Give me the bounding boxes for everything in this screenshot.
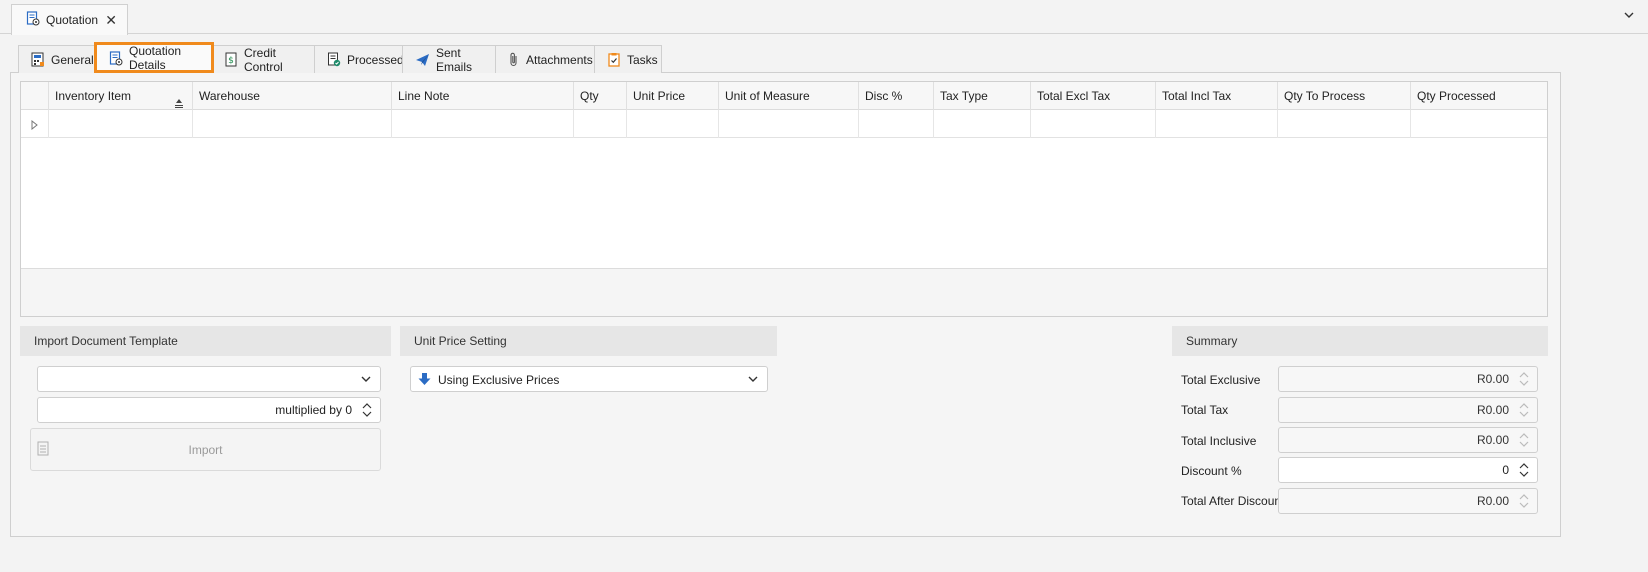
paperclip-icon <box>508 52 520 68</box>
cell-unit-of-measure[interactable] <box>718 110 858 138</box>
tab-sent-emails[interactable]: Sent Emails <box>402 45 496 74</box>
unit-price-setting-value: Using Exclusive Prices <box>438 373 560 387</box>
cell-total-excl-tax[interactable] <box>1030 110 1155 138</box>
total-inclusive-field[interactable]: R0.00 <box>1278 427 1538 453</box>
cell-disc-percent[interactable] <box>858 110 933 138</box>
document-tab-strip: Quotation ✕ <box>0 0 1648 35</box>
clipboard-check-icon <box>607 52 621 68</box>
cell-total-incl-tax[interactable] <box>1155 110 1277 138</box>
summary-label-total-tax: Total Tax <box>1181 403 1229 417</box>
summary-label-total-after-discount: Total After Discount <box>1181 494 1285 508</box>
grid-footer <box>21 268 1547 316</box>
column-header-unit-price[interactable]: Unit Price <box>626 82 718 110</box>
spin-arrows-icon <box>1519 492 1529 510</box>
dollar-document-icon: $ <box>224 52 238 68</box>
chevron-down-icon[interactable] <box>1622 8 1636 22</box>
tab-label: Processed <box>347 52 404 67</box>
cell-warehouse[interactable] <box>192 110 391 138</box>
tab-credit-control[interactable]: $ Credit Control <box>211 45 315 74</box>
cell-tax-type[interactable] <box>933 110 1030 138</box>
cell-inventory-item[interactable] <box>48 110 192 138</box>
column-header-unit-of-measure[interactable]: Unit of Measure <box>718 82 858 110</box>
unit-price-setting-select[interactable]: Using Exclusive Prices <box>410 366 768 392</box>
tab-processed[interactable]: Processed <box>314 45 404 73</box>
column-header-total-excl-tax[interactable]: Total Excl Tax <box>1030 82 1155 110</box>
cell-qty-to-process[interactable] <box>1277 110 1410 138</box>
calculator-icon <box>31 52 45 68</box>
total-exclusive-field[interactable]: R0.00 <box>1278 366 1538 392</box>
discount-percent-stepper[interactable]: 0 <box>1278 457 1538 483</box>
chevron-down-icon[interactable] <box>360 373 372 388</box>
import-button[interactable]: Import <box>30 428 381 471</box>
tab-quotation-details[interactable]: Quotation Details <box>94 42 214 73</box>
import-button-label: Import <box>188 443 223 457</box>
cell-qty[interactable] <box>573 110 626 138</box>
chevron-down-icon[interactable] <box>747 373 759 388</box>
tab-general[interactable]: General <box>18 45 97 73</box>
spin-arrows-icon <box>1519 401 1529 419</box>
template-select[interactable] <box>37 366 381 392</box>
tab-label: General <box>51 52 94 67</box>
doc-tab-quotation[interactable]: Quotation ✕ <box>11 4 128 35</box>
line-items-grid[interactable]: Inventory Item Warehouse Line Note Qty U… <box>20 81 1548 317</box>
table-row[interactable] <box>21 110 1547 138</box>
column-header-total-incl-tax[interactable]: Total Incl Tax <box>1155 82 1277 110</box>
tab-label: Attachments <box>526 52 593 67</box>
import-template-header: Import Document Template <box>20 326 391 356</box>
arrow-down-icon <box>418 372 431 389</box>
tab-bar: General Quotation Details $ Credit Contr… <box>18 42 662 74</box>
close-icon[interactable]: ✕ <box>105 12 117 29</box>
tab-label: Sent Emails <box>436 45 473 74</box>
cell-qty-processed[interactable] <box>1410 110 1547 138</box>
row-indicator-icon <box>31 119 38 133</box>
cell-unit-price[interactable] <box>626 110 718 138</box>
document-gear-icon <box>109 50 123 66</box>
summary-label-total-exclusive: Total Exclusive <box>1181 373 1261 387</box>
total-after-discount-field[interactable]: R0.00 <box>1278 488 1538 514</box>
summary-label-discount-percent: Discount % <box>1181 464 1242 478</box>
document-check-icon <box>327 52 341 68</box>
grid-header: Inventory Item Warehouse Line Note Qty U… <box>21 82 1547 110</box>
column-header-line-note[interactable]: Line Note <box>391 82 573 110</box>
spin-arrows-icon[interactable] <box>362 401 372 419</box>
column-header-qty[interactable]: Qty <box>573 82 626 110</box>
column-header-tax-type[interactable]: Tax Type <box>933 82 1030 110</box>
summary-header: Summary <box>1172 326 1548 356</box>
paper-plane-icon <box>415 52 430 68</box>
spin-arrows-icon <box>1519 370 1529 388</box>
tab-tasks[interactable]: Tasks <box>594 45 662 73</box>
spin-arrows-icon[interactable] <box>1519 461 1529 479</box>
column-header-disc-percent[interactable]: Disc % <box>858 82 933 110</box>
summary-label-total-inclusive: Total Inclusive <box>1181 434 1257 448</box>
spin-arrows-icon <box>1519 431 1529 449</box>
column-header-inventory-item[interactable]: Inventory Item <box>48 82 192 110</box>
cell-line-note[interactable] <box>391 110 573 138</box>
column-header-qty-to-process[interactable]: Qty To Process <box>1277 82 1410 110</box>
column-header-warehouse[interactable]: Warehouse <box>192 82 391 110</box>
column-header-qty-processed[interactable]: Qty Processed <box>1410 82 1547 110</box>
tab-label: Quotation Details <box>129 44 182 72</box>
svg-text:$: $ <box>228 56 234 66</box>
multiplier-stepper[interactable]: multiplied by 0 <box>37 397 381 423</box>
tab-attachments[interactable]: Attachments <box>495 45 595 73</box>
total-tax-field[interactable]: R0.00 <box>1278 397 1538 423</box>
tab-label: Tasks <box>627 52 658 67</box>
doc-tab-label: Quotation <box>46 13 99 27</box>
document-gear-icon <box>26 11 40 29</box>
unit-price-setting-header: Unit Price Setting <box>400 326 777 356</box>
tab-label: Credit Control <box>244 45 283 74</box>
